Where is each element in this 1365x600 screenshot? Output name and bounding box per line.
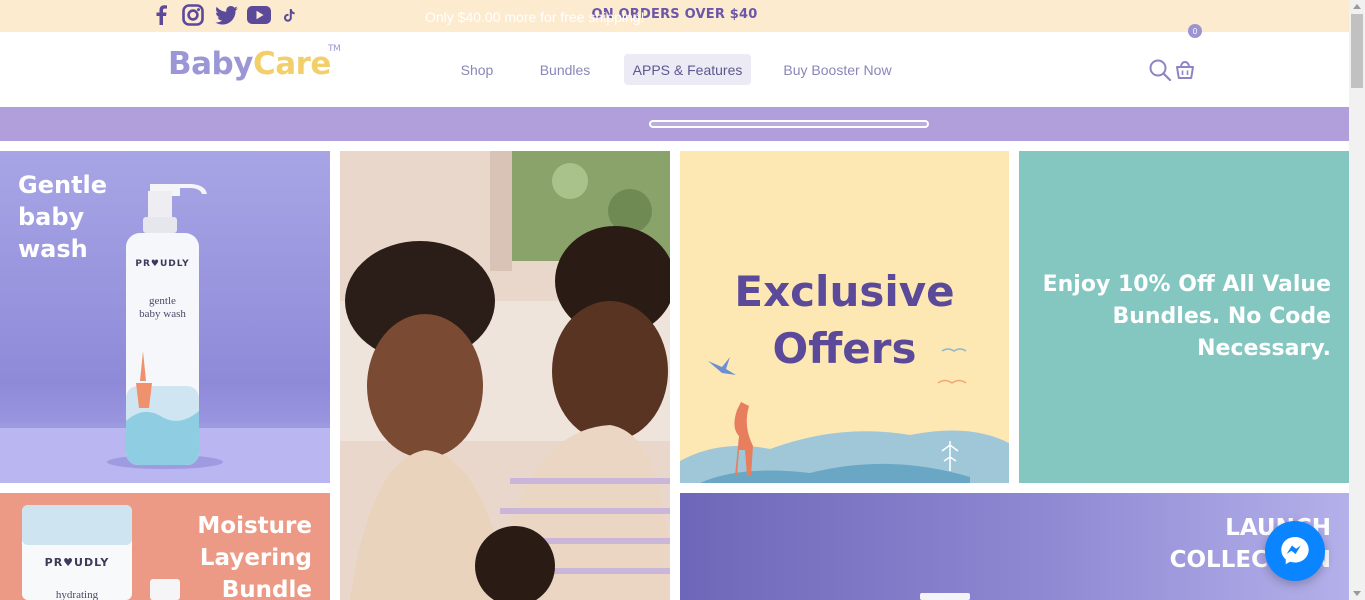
cart-icon[interactable]	[1174, 59, 1196, 85]
nav-apps-features[interactable]: APPS & Features	[624, 54, 751, 85]
nav-shop[interactable]: Shop	[450, 54, 504, 85]
tube-label: hydrating	[55, 589, 99, 600]
free-shipping-text: Only $40.00 more for free shipping!	[425, 9, 645, 25]
site-logo[interactable]: BabyCare TM	[168, 44, 341, 82]
logo-care: Care	[252, 46, 331, 82]
value-title-line-2: Bundles. No Code	[1112, 304, 1331, 329]
bottle-label: gentle baby wash	[126, 295, 199, 321]
site-header: BabyCare TM Shop Bundles APPS & Features…	[0, 32, 1349, 107]
tile-gentle-baby-wash[interactable]: Gentle baby wash PR♥UDLY gentle baby was…	[0, 151, 330, 483]
exclusive-title-line-2: Offers	[772, 324, 917, 373]
promo-text: ON ORDERS OVER $40	[591, 7, 758, 22]
cart-count-badge: 0	[1188, 24, 1202, 38]
family-photo-image	[340, 151, 670, 600]
moisture-title-line-3: Bundle	[221, 577, 312, 600]
search-icon[interactable]	[1148, 58, 1172, 86]
value-title-line-3: Necessary.	[1197, 336, 1331, 361]
tile-launch-collection[interactable]: LAUNCH COLLECTION	[680, 493, 1349, 600]
scrollbar-thumb[interactable]	[1351, 14, 1363, 88]
tile-value-bundles[interactable]: Enjoy 10% Off All Value Bundles. No Code…	[1019, 151, 1349, 483]
exclusive-title-line-1: Exclusive	[734, 267, 955, 316]
shipping-progress-bar	[649, 120, 929, 128]
logo-trademark: TM	[328, 44, 341, 54]
nav-bundles[interactable]: Bundles	[530, 54, 600, 85]
bottle-label-line-2: baby wash	[139, 308, 186, 320]
scroll-down-arrow[interactable]	[1353, 591, 1361, 596]
messenger-icon[interactable]	[1265, 521, 1325, 581]
logo-baby: Baby	[168, 46, 253, 82]
tile-family-photo[interactable]	[340, 151, 670, 600]
bottle-label-line-1: gentle	[149, 295, 176, 307]
moisture-title-line-1: Moisture	[197, 513, 312, 539]
tile-exclusive-offers[interactable]: Exclusive Offers	[680, 151, 1009, 483]
tube-brand: PR♥UDLY	[44, 556, 110, 569]
bottle-brand: PR♥UDLY	[135, 259, 190, 269]
tile-moisture-layering-bundle[interactable]: Moisture Layering Bundle PR♥UDLY hydrati…	[0, 493, 330, 600]
page-scrollbar[interactable]	[1349, 0, 1365, 600]
gentle-title-line-3: wash	[18, 235, 88, 263]
nav-buy-booster[interactable]: Buy Booster Now	[776, 54, 899, 85]
value-title-line-1: Enjoy 10% Off All Value	[1042, 272, 1331, 297]
gentle-title-line-2: baby	[18, 203, 85, 231]
moisture-title-line-2: Layering	[199, 545, 312, 571]
gentle-title-line-1: Gentle	[18, 171, 108, 199]
scroll-up-arrow[interactable]	[1353, 4, 1361, 9]
